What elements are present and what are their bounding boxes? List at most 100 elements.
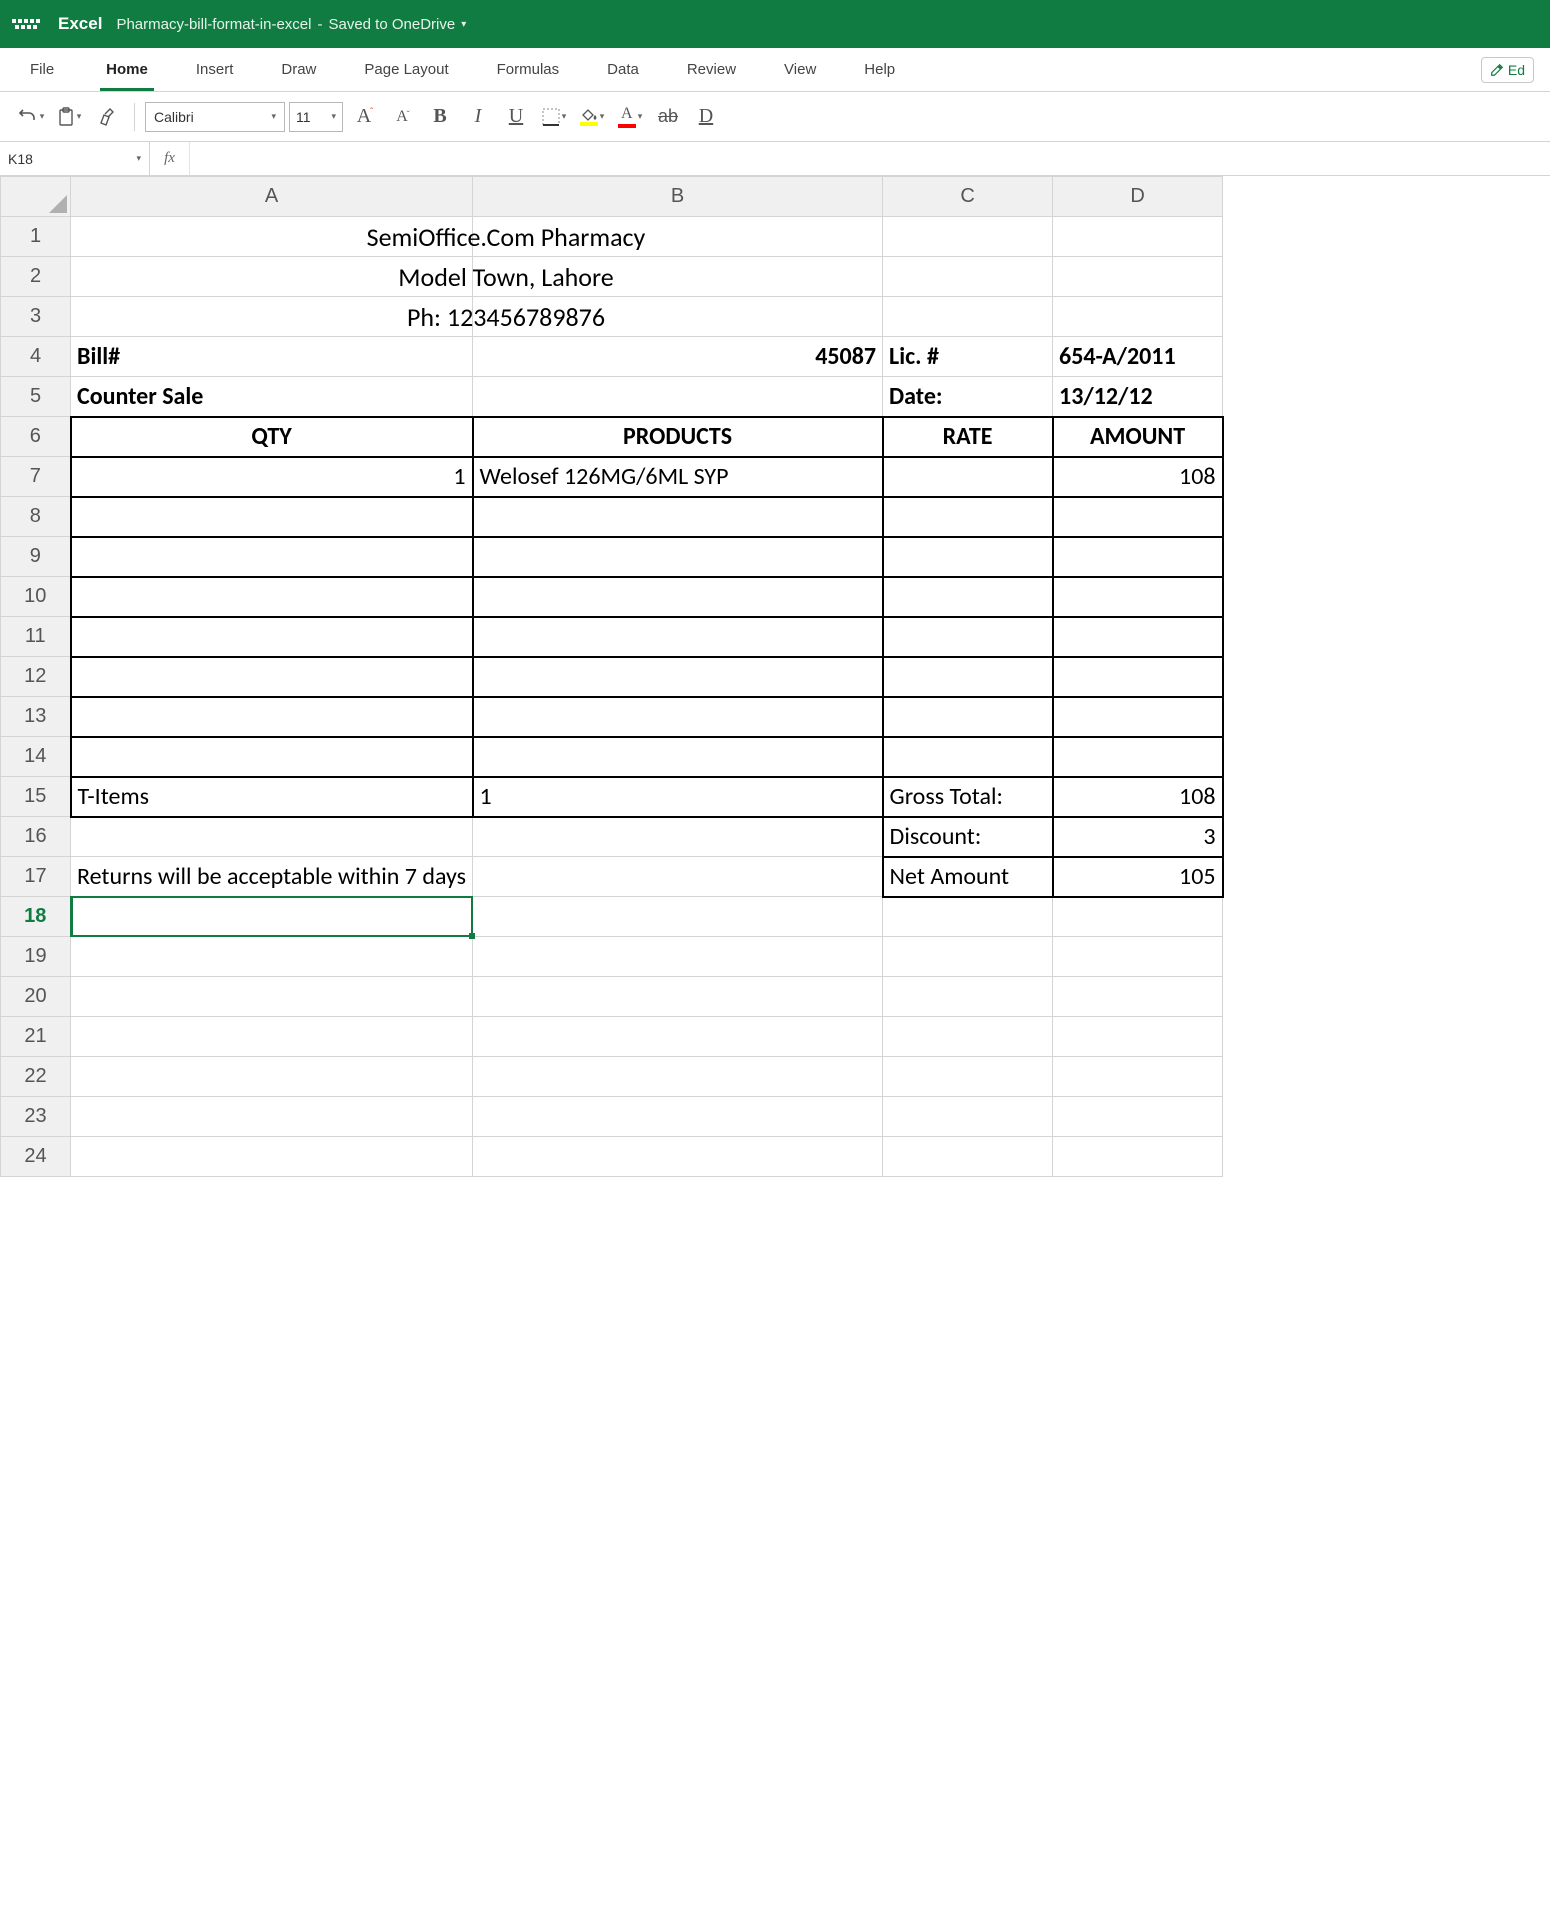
format-painter-button[interactable]: [90, 100, 124, 134]
cell-A9[interactable]: [71, 537, 473, 577]
cell-D6[interactable]: AMOUNT: [1053, 417, 1223, 457]
cell-B17[interactable]: [473, 857, 883, 897]
cell-D5[interactable]: 13/12/12: [1053, 377, 1223, 417]
italic-button[interactable]: I: [461, 100, 495, 134]
cell-C11[interactable]: [883, 617, 1053, 657]
tab-page-layout[interactable]: Page Layout: [340, 48, 472, 91]
strikethrough-button[interactable]: ab: [651, 100, 685, 134]
cell-C15[interactable]: Gross Total:: [883, 777, 1053, 817]
cell-D18[interactable]: [1053, 897, 1223, 937]
cell-B5[interactable]: [473, 377, 883, 417]
cell-C14[interactable]: [883, 737, 1053, 777]
cell-C10[interactable]: [883, 577, 1053, 617]
cell-D9[interactable]: [1053, 537, 1223, 577]
cell-C4[interactable]: Lic. #: [883, 337, 1053, 377]
row-header-7[interactable]: 7: [1, 457, 71, 497]
row-header-2[interactable]: 2: [1, 257, 71, 297]
cell-B4[interactable]: 45087: [473, 337, 883, 377]
cell-B15[interactable]: 1: [473, 777, 883, 817]
tab-review[interactable]: Review: [663, 48, 760, 91]
cell-D4[interactable]: 654-A/2011: [1053, 337, 1223, 377]
cell-A18[interactable]: [71, 897, 473, 937]
cell-A23[interactable]: [71, 1097, 473, 1137]
cell-A3[interactable]: Ph: 123456789876: [71, 297, 473, 337]
spreadsheet-grid[interactable]: ABCD1SemiOffice.Com Pharmacy2Model Town,…: [0, 176, 1550, 1930]
undo-button[interactable]: ▾: [14, 100, 48, 134]
cell-D10[interactable]: [1053, 577, 1223, 617]
row-header-5[interactable]: 5: [1, 377, 71, 417]
row-header-15[interactable]: 15: [1, 777, 71, 817]
cell-B13[interactable]: [473, 697, 883, 737]
cell-B3[interactable]: [473, 297, 883, 337]
cell-A15[interactable]: T-Items: [71, 777, 473, 817]
underline-button[interactable]: U: [499, 100, 533, 134]
cell-A6[interactable]: QTY: [71, 417, 473, 457]
tab-file[interactable]: File: [10, 48, 82, 91]
cell-D11[interactable]: [1053, 617, 1223, 657]
font-size-select[interactable]: 11▾: [289, 102, 343, 132]
decrease-font-button[interactable]: Aˇ: [385, 100, 419, 134]
borders-button[interactable]: ▾: [537, 100, 571, 134]
cell-C2[interactable]: [883, 257, 1053, 297]
bold-button[interactable]: B: [423, 100, 457, 134]
cell-A24[interactable]: [71, 1137, 473, 1177]
cell-C16[interactable]: Discount:: [883, 817, 1053, 857]
cell-D3[interactable]: [1053, 297, 1223, 337]
row-header-3[interactable]: 3: [1, 297, 71, 337]
cell-B14[interactable]: [473, 737, 883, 777]
row-header-13[interactable]: 13: [1, 697, 71, 737]
cell-C23[interactable]: [883, 1097, 1053, 1137]
tab-data[interactable]: Data: [583, 48, 663, 91]
cell-A17[interactable]: Returns will be acceptable within 7 days: [71, 857, 473, 897]
cell-C6[interactable]: RATE: [883, 417, 1053, 457]
name-box[interactable]: K18▾: [0, 142, 150, 175]
cell-A16[interactable]: [71, 817, 473, 857]
fill-color-button[interactable]: ▾: [575, 100, 609, 134]
row-header-14[interactable]: 14: [1, 737, 71, 777]
row-header-20[interactable]: 20: [1, 977, 71, 1017]
cell-B10[interactable]: [473, 577, 883, 617]
cell-A13[interactable]: [71, 697, 473, 737]
cell-B19[interactable]: [473, 937, 883, 977]
more-formatting-button[interactable]: D: [689, 100, 723, 134]
cell-A21[interactable]: [71, 1017, 473, 1057]
cell-D24[interactable]: [1053, 1137, 1223, 1177]
cell-D23[interactable]: [1053, 1097, 1223, 1137]
editing-mode-button[interactable]: Ed: [1481, 57, 1534, 83]
cell-B6[interactable]: PRODUCTS: [473, 417, 883, 457]
cell-D15[interactable]: 108: [1053, 777, 1223, 817]
row-header-4[interactable]: 4: [1, 337, 71, 377]
cell-A8[interactable]: [71, 497, 473, 537]
row-header-6[interactable]: 6: [1, 417, 71, 457]
cell-B8[interactable]: [473, 497, 883, 537]
cell-D7[interactable]: 108: [1053, 457, 1223, 497]
row-header-24[interactable]: 24: [1, 1137, 71, 1177]
cell-B11[interactable]: [473, 617, 883, 657]
cell-D21[interactable]: [1053, 1017, 1223, 1057]
cell-D19[interactable]: [1053, 937, 1223, 977]
cell-C3[interactable]: [883, 297, 1053, 337]
cell-A20[interactable]: [71, 977, 473, 1017]
fx-icon[interactable]: fx: [150, 142, 190, 175]
cell-A5[interactable]: Counter Sale: [71, 377, 473, 417]
cell-A1[interactable]: SemiOffice.Com Pharmacy: [71, 217, 473, 257]
cell-B1[interactable]: [473, 217, 883, 257]
cell-D16[interactable]: 3: [1053, 817, 1223, 857]
cell-B20[interactable]: [473, 977, 883, 1017]
cell-C20[interactable]: [883, 977, 1053, 1017]
cell-C24[interactable]: [883, 1137, 1053, 1177]
cell-C8[interactable]: [883, 497, 1053, 537]
cell-D1[interactable]: [1053, 217, 1223, 257]
cell-C13[interactable]: [883, 697, 1053, 737]
column-header-D[interactable]: D: [1053, 177, 1223, 217]
cell-D22[interactable]: [1053, 1057, 1223, 1097]
cell-C9[interactable]: [883, 537, 1053, 577]
increase-font-button[interactable]: Aˆ: [347, 100, 381, 134]
tab-formulas[interactable]: Formulas: [473, 48, 584, 91]
cell-D13[interactable]: [1053, 697, 1223, 737]
cell-D20[interactable]: [1053, 977, 1223, 1017]
cell-D14[interactable]: [1053, 737, 1223, 777]
cell-A19[interactable]: [71, 937, 473, 977]
tab-view[interactable]: View: [760, 48, 840, 91]
cell-C22[interactable]: [883, 1057, 1053, 1097]
